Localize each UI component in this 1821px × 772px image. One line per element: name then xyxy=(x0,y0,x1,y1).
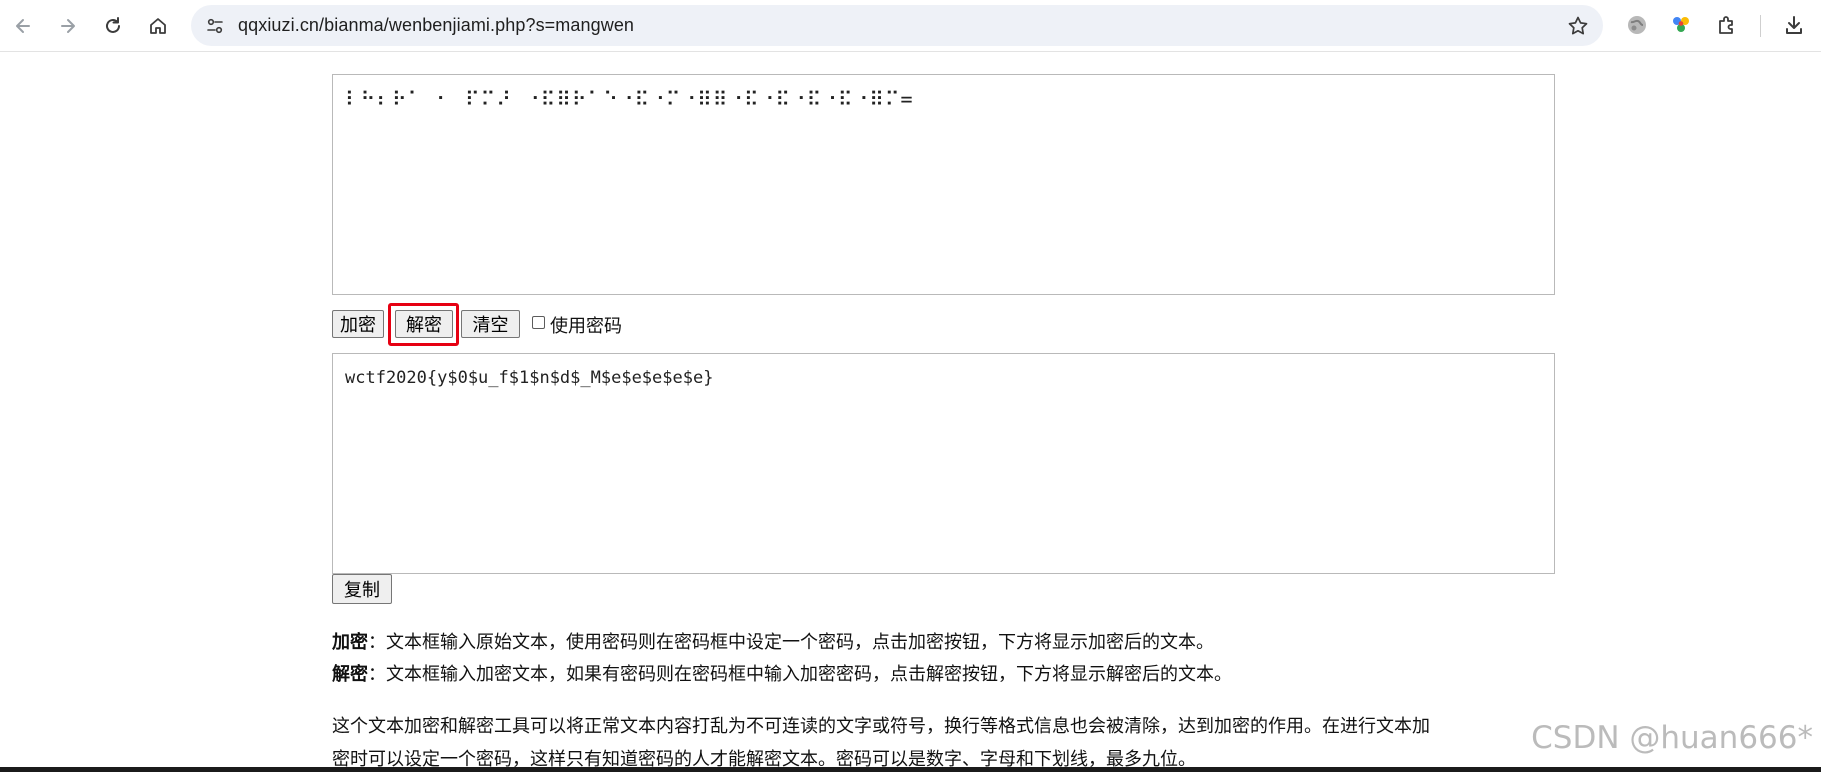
download-icon[interactable] xyxy=(1782,13,1806,37)
watermark: CSDN @huan666* xyxy=(1531,720,1813,756)
output-text: wctf2020{y$0$u_f$1$n$d$_M$e$e$e$e$e} xyxy=(345,368,714,388)
help-encrypt-title: 加密 xyxy=(332,632,368,653)
extension-colorful-icon[interactable] xyxy=(1669,13,1693,37)
output-textarea[interactable]: wctf2020{y$0$u_f$1$n$d$_M$e$e$e$e$e} xyxy=(332,353,1555,574)
site-settings-icon[interactable] xyxy=(205,16,225,36)
browser-toolbar: qqxiuzi.cn/bianma/wenbenjiami.php?s=mang… xyxy=(0,0,1821,52)
description-line-1: 这个文本加密和解密工具可以将正常文本内容打乱为不可连读的文字或符号，换行等格式信… xyxy=(332,716,1430,737)
decrypt-button-highlight xyxy=(388,303,459,346)
help-decrypt-text: ：文本框输入加密文本，如果有密码则在密码框中输入加密密码，点击解密按钮，下方将显… xyxy=(368,664,1232,685)
use-password-label[interactable]: 使用密码 xyxy=(550,312,622,338)
clear-button[interactable]: 清空 xyxy=(461,310,520,338)
extensions-puzzle-icon[interactable] xyxy=(1715,13,1739,37)
copy-button[interactable]: 复制 xyxy=(332,574,392,604)
extension-globe-icon[interactable] xyxy=(1625,13,1649,37)
address-bar[interactable]: qqxiuzi.cn/bianma/wenbenjiami.php?s=mang… xyxy=(191,5,1603,46)
help-decrypt: 解密：文本框输入加密文本，如果有密码则在密码框中输入加密密码，点击解密按钮，下方… xyxy=(332,663,1232,687)
help-encrypt: 加密：文本框输入原始文本，使用密码则在密码框中设定一个密码，点击加密按钮，下方将… xyxy=(332,631,1214,655)
back-icon[interactable] xyxy=(7,10,39,42)
input-text: ⠇⠓⠆⠗⠁ ⠂ ⠏⠍⠜ ⠐⠯⠿⠗⠁⠑⠐⠯⠐⠍⠐⠿⠿⠐⠯⠐⠯⠐⠯⠐⠯⠐⠿⠍= xyxy=(345,87,914,111)
bottom-edge xyxy=(0,767,1821,772)
home-icon[interactable] xyxy=(142,10,174,42)
help-decrypt-title: 解密 xyxy=(332,664,368,685)
forward-icon[interactable] xyxy=(52,10,84,42)
encrypt-button[interactable]: 加密 xyxy=(332,310,384,338)
input-textarea[interactable]: ⠇⠓⠆⠗⠁ ⠂ ⠏⠍⠜ ⠐⠯⠿⠗⠁⠑⠐⠯⠐⠍⠐⠿⠿⠐⠯⠐⠯⠐⠯⠐⠯⠐⠿⠍= xyxy=(332,74,1555,295)
help-encrypt-text: ：文本框输入原始文本，使用密码则在密码框中设定一个密码，点击加密按钮，下方将显示… xyxy=(368,632,1214,653)
url-text[interactable]: qqxiuzi.cn/bianma/wenbenjiami.php?s=mang… xyxy=(238,15,634,36)
use-password-checkbox[interactable] xyxy=(532,316,545,329)
bookmark-star-icon[interactable] xyxy=(1567,15,1589,37)
reload-icon[interactable] xyxy=(97,10,129,42)
toolbar-separator xyxy=(1760,15,1761,37)
